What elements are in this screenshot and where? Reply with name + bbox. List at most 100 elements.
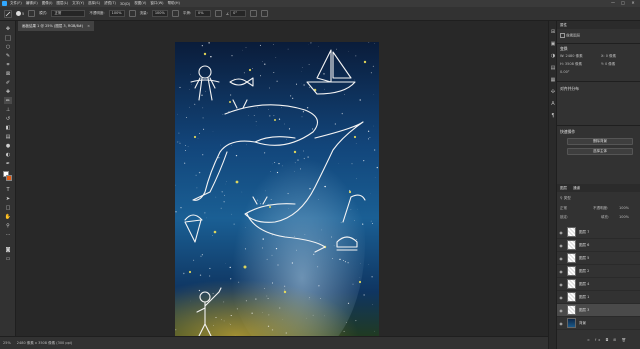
angle-field[interactable]: 0° bbox=[230, 10, 247, 17]
minimize-button[interactable]: — bbox=[608, 0, 618, 5]
close-window-button[interactable]: ✕ bbox=[628, 0, 638, 5]
layer-filter-select[interactable]: ⚲ 类型 bbox=[560, 196, 571, 201]
menu-layer[interactable]: 图层(L) bbox=[56, 1, 68, 6]
transform-header[interactable]: 变换 bbox=[560, 46, 568, 52]
dodge-icon[interactable]: ◐ bbox=[4, 151, 12, 158]
layer-row[interactable]: ◉ 图层 2 bbox=[557, 265, 640, 278]
layer-row[interactable]: ◉ 图层 7 bbox=[557, 226, 640, 239]
type-icon[interactable]: T bbox=[4, 186, 12, 193]
select-subject-button[interactable]: 选择主体 bbox=[567, 148, 633, 155]
angle-field[interactable]: 0.00° bbox=[560, 70, 570, 74]
visibility-eye-icon[interactable]: ◉ bbox=[557, 269, 565, 274]
layer-row[interactable]: ◉ 图层 1 bbox=[557, 291, 640, 304]
brush-tip-icon bbox=[16, 11, 21, 16]
add-mask-icon[interactable]: ◘ bbox=[605, 338, 610, 342]
airbrush-icon[interactable] bbox=[171, 10, 179, 17]
blend-mode-select[interactable]: 正常 bbox=[560, 206, 567, 211]
window-controls: — □ ✕ bbox=[608, 0, 638, 5]
lasso-icon[interactable]: ○ bbox=[4, 43, 12, 50]
quick-actions-header[interactable]: 快速操作 bbox=[560, 129, 575, 135]
w-field[interactable]: W: 2480 像素 bbox=[560, 54, 583, 59]
mode-select[interactable]: 正常 bbox=[51, 10, 86, 17]
link-layers-icon[interactable]: ∞ bbox=[587, 338, 592, 342]
gradient-icon[interactable]: ▤ bbox=[4, 133, 12, 140]
symmetry-icon[interactable] bbox=[261, 10, 269, 17]
document-tab[interactable]: 画板结果 1 @ 25% (图层 3, RGB/8#) × bbox=[18, 21, 95, 31]
screen-mode-icon[interactable]: ▭ bbox=[4, 255, 12, 262]
document-canvas[interactable] bbox=[175, 42, 379, 336]
layer-row[interactable]: ◉ 图层 6 bbox=[557, 239, 640, 252]
close-tab-icon[interactable]: × bbox=[87, 24, 90, 28]
menu-file[interactable]: 文件(F) bbox=[10, 1, 22, 6]
layer-type-label: 像素图层 bbox=[566, 33, 581, 38]
tab-channels[interactable]: 通道 bbox=[573, 186, 580, 191]
menu-image[interactable]: 图像(I) bbox=[42, 1, 53, 6]
quick-select-icon[interactable]: ✎ bbox=[4, 52, 12, 59]
layer-row[interactable]: ◉ 图层 4 bbox=[557, 278, 640, 291]
visibility-eye-icon[interactable]: ◉ bbox=[557, 243, 565, 248]
layer-opacity-field[interactable]: 100% bbox=[619, 206, 629, 210]
tab-properties[interactable]: 属性 bbox=[560, 23, 567, 28]
menu-view[interactable]: 视图(V) bbox=[134, 1, 146, 6]
layer-row[interactable]: ◉ 图层 5 bbox=[557, 252, 640, 265]
visibility-eye-icon[interactable]: ◉ bbox=[557, 256, 565, 261]
flow-field[interactable]: 100% bbox=[151, 10, 168, 17]
background-color-swatch[interactable] bbox=[6, 175, 12, 181]
marquee-icon[interactable] bbox=[4, 34, 12, 41]
brush-settings-icon[interactable] bbox=[28, 10, 36, 17]
menu-window[interactable]: 窗口(W) bbox=[150, 1, 163, 6]
layer-style-icon[interactable]: fx bbox=[595, 338, 602, 342]
align-distribute-header[interactable]: 对齐并分布 bbox=[560, 86, 579, 92]
menu-help[interactable]: 帮助(H) bbox=[168, 1, 180, 6]
canvas-workspace[interactable] bbox=[17, 31, 548, 336]
menu-select[interactable]: 选择(S) bbox=[88, 1, 100, 6]
menu-edit[interactable]: 编辑(E) bbox=[26, 1, 38, 6]
layer-row-selected[interactable]: ◉ 图层 3 bbox=[557, 304, 640, 317]
remove-background-button[interactable]: 删除背景 bbox=[567, 138, 633, 145]
visibility-eye-icon[interactable]: ◉ bbox=[557, 308, 565, 313]
blur-icon[interactable]: ● bbox=[4, 142, 12, 149]
maximize-button[interactable]: □ bbox=[618, 0, 628, 5]
menu-3d[interactable]: 3D(D) bbox=[120, 2, 130, 6]
delete-layer-icon[interactable]: 🗑 bbox=[621, 338, 627, 342]
menu-type[interactable]: 文字(Y) bbox=[72, 1, 84, 6]
visibility-eye-icon[interactable]: ◉ bbox=[557, 282, 565, 287]
stamp-icon[interactable]: ⊥ bbox=[4, 106, 12, 113]
hand-icon[interactable]: ✋ bbox=[4, 213, 12, 220]
fill-field[interactable]: 100% bbox=[619, 215, 629, 219]
brush-preset-picker[interactable]: 5 bbox=[16, 10, 24, 18]
history-brush-icon[interactable]: ↺ bbox=[4, 115, 12, 122]
opacity-field[interactable]: 100% bbox=[108, 10, 125, 17]
eyedropper-icon[interactable]: ✐ bbox=[4, 79, 12, 86]
healing-icon[interactable]: ✚ bbox=[4, 88, 12, 95]
x-field[interactable]: X: 0 像素 bbox=[601, 54, 616, 59]
brush-icon[interactable]: ✏ bbox=[4, 97, 12, 104]
h-field[interactable]: H: 3508 像素 bbox=[560, 62, 582, 67]
more-icon[interactable]: ··· bbox=[4, 231, 12, 238]
path-select-icon[interactable]: ➤ bbox=[4, 195, 12, 202]
pen-icon[interactable]: ✒ bbox=[4, 160, 12, 167]
document-tabs: 画板结果 1 @ 25% (图层 3, RGB/8#) × bbox=[18, 21, 548, 31]
y-field[interactable]: Y: 0 像素 bbox=[601, 62, 615, 67]
zoom-icon[interactable]: ⚲ bbox=[4, 222, 12, 229]
smoothing-settings-icon[interactable] bbox=[215, 10, 223, 17]
visibility-eye-icon[interactable]: ◉ bbox=[557, 321, 565, 326]
menu-filter[interactable]: 滤镜(T) bbox=[104, 1, 116, 6]
eraser-icon[interactable]: ◧ bbox=[4, 124, 12, 131]
tab-layers[interactable]: 图层 bbox=[560, 186, 567, 191]
smoothing-field[interactable]: 0% bbox=[195, 10, 212, 17]
visibility-eye-icon[interactable]: ◉ bbox=[557, 230, 565, 235]
pressure-size-icon[interactable] bbox=[250, 10, 258, 17]
brush-tool-icon[interactable] bbox=[4, 9, 12, 18]
document-info[interactable]: 2480 像素 x 3508 像素 (300 ppi) bbox=[17, 341, 72, 346]
crop-icon[interactable]: ⌗ bbox=[4, 61, 12, 68]
frame-icon[interactable]: ⊠ bbox=[4, 70, 12, 77]
move-icon[interactable]: ✥ bbox=[4, 25, 12, 32]
quick-mask-icon[interactable]: ◙ bbox=[4, 246, 12, 253]
new-layer-icon[interactable]: ⊞ bbox=[613, 338, 618, 342]
rectangle-icon[interactable]: □ bbox=[4, 204, 12, 211]
pressure-opacity-icon[interactable] bbox=[128, 10, 136, 17]
zoom-level[interactable]: 25% bbox=[3, 341, 11, 345]
layer-row-background[interactable]: ◉ 背景 bbox=[557, 317, 640, 330]
visibility-eye-icon[interactable]: ◉ bbox=[557, 295, 565, 300]
